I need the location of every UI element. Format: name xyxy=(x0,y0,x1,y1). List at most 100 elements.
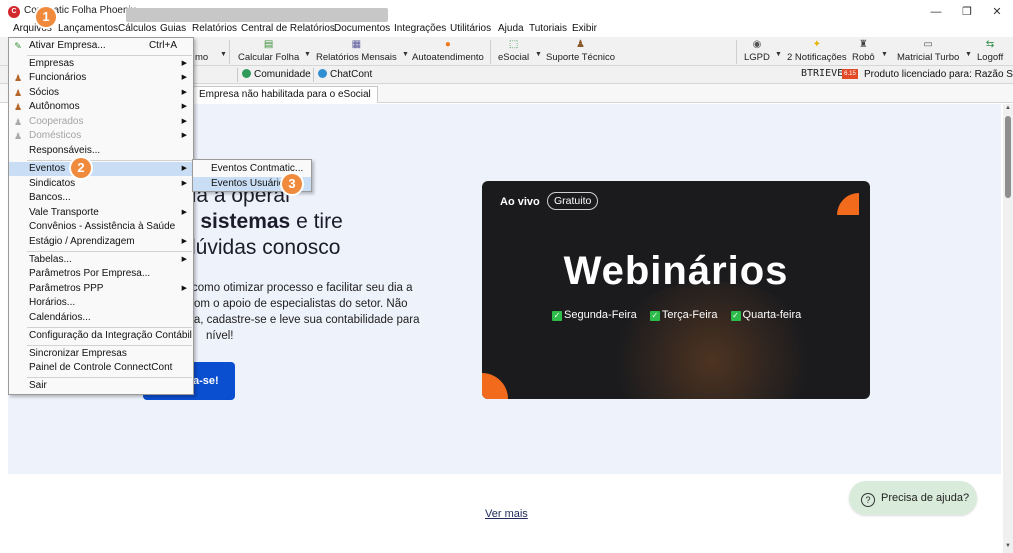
menu-item-integracao-contabil[interactable]: Configuração da Integração Contábil xyxy=(9,329,193,343)
toolbar-button-robo[interactable]: ♜ Robô xyxy=(852,39,875,63)
menu-exibir[interactable]: Exibir xyxy=(572,23,597,34)
menu-calculos[interactable]: Cálculos xyxy=(118,23,156,34)
chevron-down-icon[interactable]: ▼ xyxy=(220,51,227,58)
menu-item-socios[interactable]: ♟ Sócios ▶ xyxy=(9,86,193,100)
toolbar-button-matricial-turbo[interactable]: ▭ Matricial Turbo xyxy=(897,39,959,63)
btrieve-label: BTRIEVE xyxy=(801,68,844,79)
orange-corner-shape xyxy=(837,193,859,215)
hero-title-line3: dúvidas conosco xyxy=(184,236,341,259)
minimize-button[interactable]: — xyxy=(924,4,948,20)
scroll-down-icon[interactable]: ▼ xyxy=(1003,543,1013,549)
menu-item-parametros-ppp[interactable]: Parâmetros PPP ▶ xyxy=(9,282,193,296)
menu-item-vale-transporte[interactable]: Vale Transporte ▶ xyxy=(9,206,193,220)
license-info: Produto licenciado para: Razão Socia xyxy=(864,69,1013,80)
checkbox-icon: ✓ xyxy=(552,311,562,321)
chevron-down-icon[interactable]: ▼ xyxy=(881,51,888,58)
report-icon: ▦ xyxy=(351,39,362,50)
menu-item-estagio[interactable]: Estágio / Aprendizagem ▶ xyxy=(9,235,193,249)
webinar-banner[interactable]: Ao vivo Gratuito Webinários ✓ Segunda-Fei… xyxy=(482,181,870,399)
menu-guias[interactable]: Guias xyxy=(160,23,186,34)
menu-item-horarios[interactable]: Horários... xyxy=(9,296,193,310)
menu-item-sindicatos[interactable]: Sindicatos ▶ xyxy=(9,177,193,191)
chatcont-icon xyxy=(318,69,327,78)
scrollbar-thumb[interactable] xyxy=(1005,116,1011,198)
chevron-down-icon[interactable]: ▼ xyxy=(775,51,782,58)
menu-utilitarios[interactable]: Utilitários xyxy=(450,23,491,34)
submenu-arrow-icon: ▶ xyxy=(181,89,187,96)
person-icon: ♟ xyxy=(13,102,23,112)
toolbar-button-suporte-tecnico[interactable]: ♟ Suporte Técnico xyxy=(546,39,615,63)
menu-item-calendarios[interactable]: Calendários... xyxy=(9,311,193,325)
toolbar-button-cut-off[interactable]: mo xyxy=(195,52,208,63)
menu-relatorios[interactable]: Relatórios xyxy=(192,23,237,34)
chatcont-button[interactable]: ChatCont xyxy=(313,68,376,82)
menu-item-sincronizar-empresas[interactable]: Sincronizar Empresas xyxy=(9,347,193,361)
printer-icon: ▭ xyxy=(923,39,933,50)
person-icon: ♟ xyxy=(13,88,23,98)
menu-central-relatorios[interactable]: Central de Relatórios xyxy=(241,23,335,34)
menu-item-funcionarios[interactable]: ♟ Funcionários ▶ xyxy=(9,71,193,85)
menu-item-painel-connectcont[interactable]: Painel de Controle ConnectCont xyxy=(9,361,193,375)
chevron-down-icon[interactable]: ▼ xyxy=(535,51,542,58)
menu-documentos[interactable]: Documentos xyxy=(334,23,390,34)
person-icon: ♟ xyxy=(13,131,23,141)
toolbar-separator xyxy=(229,40,230,64)
menu-item-empresas[interactable]: Empresas ▶ xyxy=(9,57,193,71)
comunidade-icon xyxy=(242,69,251,78)
menu-item-convenios[interactable]: Convênios - Assistência à Saúde xyxy=(9,220,193,234)
restore-button[interactable]: ❐ xyxy=(955,4,979,20)
menu-item-parametros-empresa[interactable]: Parâmetros Por Empresa... xyxy=(9,267,193,281)
scroll-up-icon[interactable]: ▲ xyxy=(1003,105,1013,111)
close-button[interactable]: ✕ xyxy=(985,4,1009,20)
toolbar-button-autoatendimento[interactable]: ● Autoatendimento xyxy=(412,39,484,63)
menu-item-responsaveis[interactable]: Responsáveis... xyxy=(9,144,193,158)
help-chat-button[interactable]: ? Precisa de ajuda? xyxy=(849,481,977,515)
esocial-icon: ⬚ xyxy=(508,39,519,50)
step-marker-1: 1 xyxy=(36,7,56,27)
tab-empresa-esocial[interactable]: Empresa não habilitada para o eSocial xyxy=(192,86,378,103)
hero-title-line2: e tire xyxy=(290,210,343,233)
toolbar-separator xyxy=(736,40,737,64)
activate-icon: ✎ xyxy=(14,41,22,51)
toolbar-button-calcular-folha[interactable]: ▤ Calcular Folha xyxy=(238,39,299,63)
menu-item-eventos[interactable]: Eventos ▶ xyxy=(9,162,193,176)
menu-integracoes[interactable]: Integrações xyxy=(394,23,446,34)
menu-separator xyxy=(27,160,192,161)
menu-item-bancos[interactable]: Bancos... xyxy=(9,191,193,205)
submenu-arrow-icon: ▶ xyxy=(181,103,187,110)
toolbar-button-lgpd[interactable]: ◉ LGPD xyxy=(744,39,770,63)
menu-tutoriais[interactable]: Tutoriais xyxy=(529,23,567,34)
menu-separator xyxy=(27,345,192,346)
day-item: ✓ Segunda-Feira xyxy=(552,309,637,321)
chevron-down-icon[interactable]: ▼ xyxy=(965,51,972,58)
step-marker-3: 3 xyxy=(282,174,302,194)
chevron-down-icon[interactable]: ▼ xyxy=(304,51,311,58)
chevron-down-icon[interactable]: ▼ xyxy=(402,51,409,58)
submenu-arrow-icon: ▶ xyxy=(181,132,187,139)
submenu-arrow-icon: ▶ xyxy=(181,209,187,216)
person-icon: ♟ xyxy=(13,117,23,127)
toolbar-button-logoff[interactable]: ⇆ Logoff xyxy=(977,39,1003,63)
menu-lancamentos[interactable]: Lançamentos xyxy=(58,23,118,34)
menu-item-sair[interactable]: Sair xyxy=(9,379,193,393)
toolbar-button-relatorios-mensais[interactable]: ▦ Relatórios Mensais xyxy=(316,39,397,63)
bell-icon: ✦ xyxy=(812,39,822,50)
menu-item-tabelas[interactable]: Tabelas... ▶ xyxy=(9,253,193,267)
toolbar-button-notificacoes[interactable]: ✦ 2 Notificações xyxy=(787,39,847,63)
btrieve-version-badge: 6.15 xyxy=(842,69,858,79)
question-icon: ? xyxy=(861,493,875,507)
menu-ajuda[interactable]: Ajuda xyxy=(498,23,524,34)
webinar-title: Webinários xyxy=(563,249,789,293)
hero-desc-line: ra, cadastre-se e leve sua contabilidade… xyxy=(190,314,420,326)
menu-item-autonomos[interactable]: ♟ Autônomos ▶ xyxy=(9,100,193,114)
live-label: Ao vivo xyxy=(500,196,540,208)
checkbox-icon: ✓ xyxy=(730,311,741,321)
menu-item-ativar-empresa[interactable]: ✎ Ativar Empresa... Ctrl+A xyxy=(9,39,193,53)
menu-item-domesticos: ♟ Domésticos ▶ xyxy=(13,130,187,141)
toolbar-button-esocial[interactable]: ⬚ eSocial xyxy=(498,39,529,63)
comunidade-button[interactable]: Comunidade xyxy=(237,68,315,82)
submenu-arrow-icon: ▶ xyxy=(181,180,187,187)
ver-mais-link[interactable]: Ver mais xyxy=(485,508,528,520)
checkbox-icon: ✓ xyxy=(649,311,660,321)
calculator-icon: ▤ xyxy=(263,39,274,50)
